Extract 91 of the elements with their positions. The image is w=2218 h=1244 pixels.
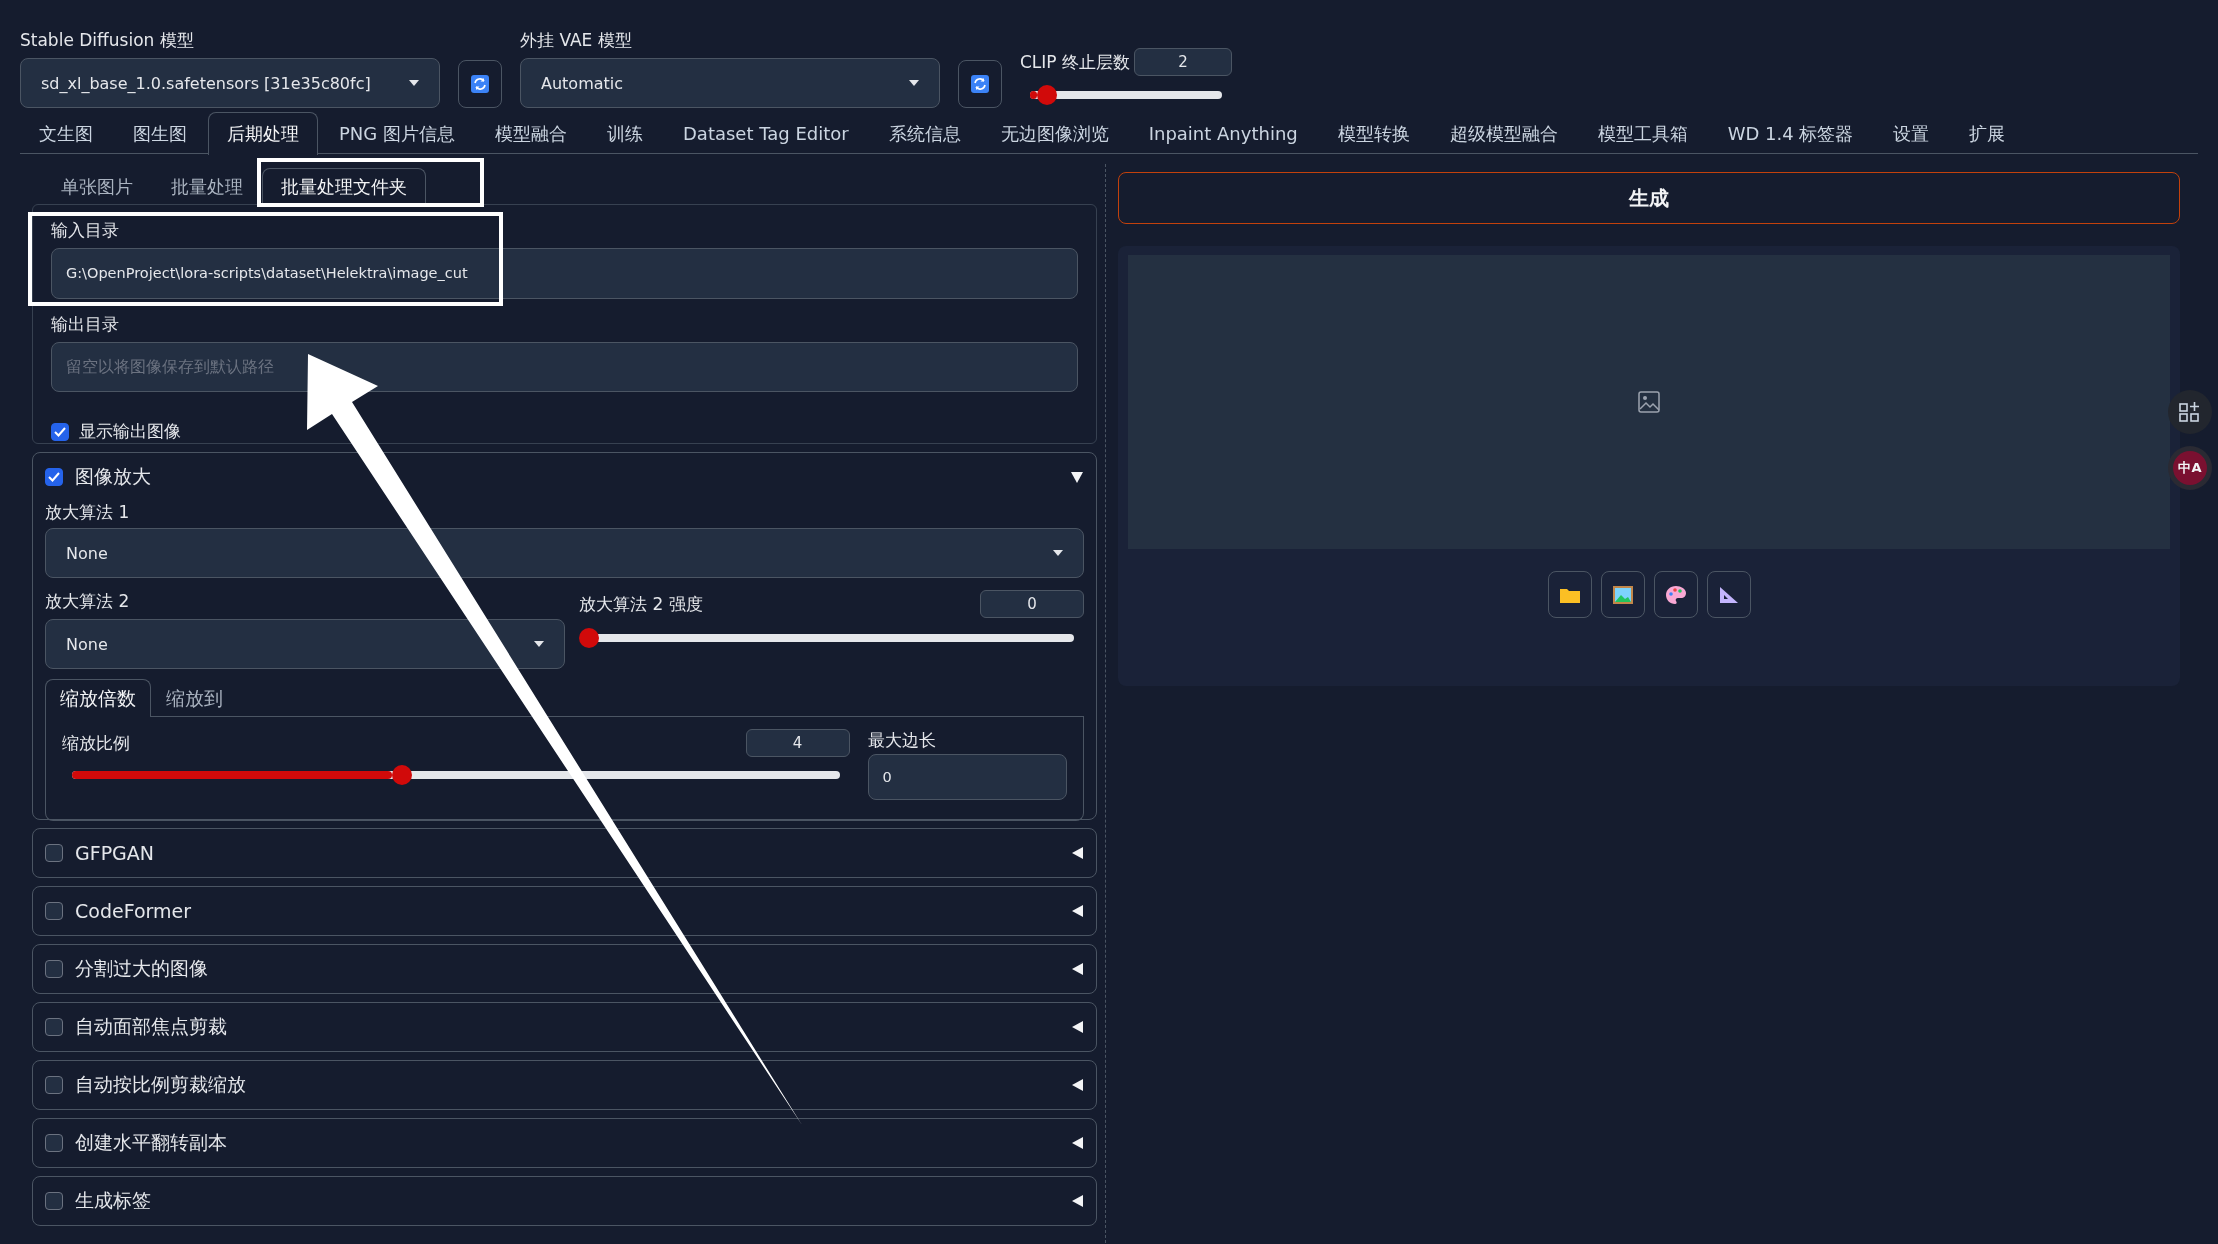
tab[interactable]: 无边图像浏览 (981, 112, 1128, 154)
expand-icon[interactable] (1070, 962, 1084, 976)
checkbox[interactable] (45, 902, 63, 920)
upscaler-dropdown[interactable]: None (45, 528, 1084, 578)
checkbox[interactable] (45, 468, 63, 486)
tab[interactable]: 模型融合 (476, 112, 586, 154)
apps-button[interactable] (2168, 390, 2212, 434)
tab[interactable]: 设置 (1874, 112, 1949, 154)
palette-icon (1665, 585, 1686, 604)
caret-icon (409, 80, 419, 86)
input-field[interactable]: 0 (867, 754, 1067, 800)
expand-icon[interactable] (1070, 1078, 1084, 1092)
generate-button[interactable]: 生成 (1118, 172, 2180, 224)
tab[interactable]: 缩放到 (151, 679, 238, 717)
caret-icon (1053, 550, 1063, 556)
expand-icon[interactable] (1070, 904, 1084, 918)
tab[interactable]: 超级模型融合 (1430, 112, 1577, 154)
tab[interactable]: 模型转换 (1318, 112, 1429, 154)
refresh-icon (971, 75, 989, 93)
input-field[interactable]: 留空以将图像保存到默认路径 (51, 341, 1078, 392)
folder-icon (1559, 586, 1580, 603)
field-label: 放大算法 2 (45, 590, 131, 613)
tab[interactable]: 训练 (588, 112, 662, 154)
field-label: 最大边长 (867, 729, 937, 752)
tab[interactable]: 后期处理 (208, 112, 318, 155)
send-to-inpaint-button[interactable] (1706, 571, 1751, 618)
section-title: 分割过大的图像 (75, 956, 209, 981)
tab[interactable]: Inpaint Anything (1129, 112, 1317, 154)
number-field[interactable]: 0 (980, 590, 1084, 618)
number-field[interactable]: 4 (745, 729, 850, 757)
checkbox[interactable] (45, 1134, 63, 1152)
caret-icon (909, 80, 919, 86)
refresh-button[interactable] (458, 60, 502, 108)
slider-thumb[interactable] (392, 765, 413, 785)
tab[interactable]: 图生图 (114, 112, 206, 154)
checkbox[interactable] (45, 1076, 63, 1094)
expand-icon[interactable] (1070, 1194, 1084, 1208)
slider-thumb[interactable] (579, 628, 599, 648)
apps-icon (2179, 401, 2201, 423)
checkbox[interactable] (45, 1192, 63, 1210)
field-label: 放大算法 1 (45, 502, 130, 522)
section-title: 创建水平翻转副本 (75, 1130, 228, 1155)
field-label: 放大算法 2 强度 (579, 592, 703, 616)
vae-dropdown[interactable]: Automatic (520, 58, 940, 108)
tab[interactable]: 文生图 (20, 112, 112, 154)
image-icon (1638, 391, 1660, 413)
expand-icon[interactable] (1070, 1020, 1084, 1034)
field-label: 输出目录 (51, 312, 120, 336)
tab[interactable]: 单张图片 (42, 168, 152, 204)
refresh-icon (471, 75, 489, 93)
open-folder-button[interactable] (1547, 571, 1592, 618)
tab[interactable]: Dataset Tag Editor (664, 112, 868, 154)
expand-icon[interactable] (1070, 1136, 1084, 1150)
caret-icon (534, 641, 544, 647)
field-label: 输入目录 (51, 219, 120, 242)
model-dropdown[interactable]: sd_xl_base_1.0.safetensors [31e35c80fc] (20, 58, 440, 108)
picture-icon (1612, 585, 1633, 604)
section-title: CodeFormer (75, 900, 192, 922)
tab[interactable]: 扩展 (1950, 112, 2025, 154)
slider-fill (1030, 91, 1038, 99)
field-label: 外挂 VAE 模型 (520, 29, 633, 52)
field-label: CLIP 终止层数 (1020, 50, 1130, 74)
checkbox-label: 显示输出图像 (79, 420, 181, 443)
slider-thumb[interactable] (1037, 85, 1058, 105)
field-label: 缩放比例 (62, 731, 130, 755)
send-image-button[interactable] (1600, 571, 1645, 618)
section-title: 生成标签 (75, 1188, 152, 1213)
section-title: 自动面部焦点剪裁 (75, 1014, 228, 1039)
tab[interactable]: 缩放倍数 (45, 679, 151, 717)
upscaler-dropdown[interactable]: None (45, 619, 565, 669)
collapse-icon[interactable] (1070, 470, 1084, 484)
section-title: GFPGAN (75, 842, 156, 864)
field-label: Stable Diffusion 模型 (20, 29, 195, 52)
tab[interactable]: WD 1.4 标签器 (1708, 112, 1873, 154)
tab[interactable]: 批量处理文件夹 (262, 168, 426, 204)
send-to-extras-button[interactable] (1653, 571, 1698, 618)
section-title: 自动按比例剪裁缩放 (75, 1072, 247, 1097)
tab[interactable]: 系统信息 (869, 112, 980, 154)
section-title: 图像放大 (75, 464, 152, 489)
input-field[interactable]: G:\OpenProject\lora-scripts\dataset\Helektra\image_cut (51, 248, 1078, 299)
tab[interactable]: 批量处理 (152, 168, 262, 204)
checkbox[interactable] (45, 844, 63, 862)
triangle-ruler-icon (1718, 585, 1739, 604)
number-field[interactable]: 2 (1134, 48, 1232, 76)
checkbox[interactable] (45, 1018, 63, 1036)
refresh-button[interactable] (958, 60, 1002, 108)
checkbox[interactable] (51, 422, 69, 441)
tab[interactable]: PNG 图片信息 (320, 112, 474, 154)
checkbox[interactable] (45, 960, 63, 978)
expand-icon[interactable] (1070, 846, 1084, 860)
tab[interactable]: 模型工具箱 (1578, 112, 1707, 154)
